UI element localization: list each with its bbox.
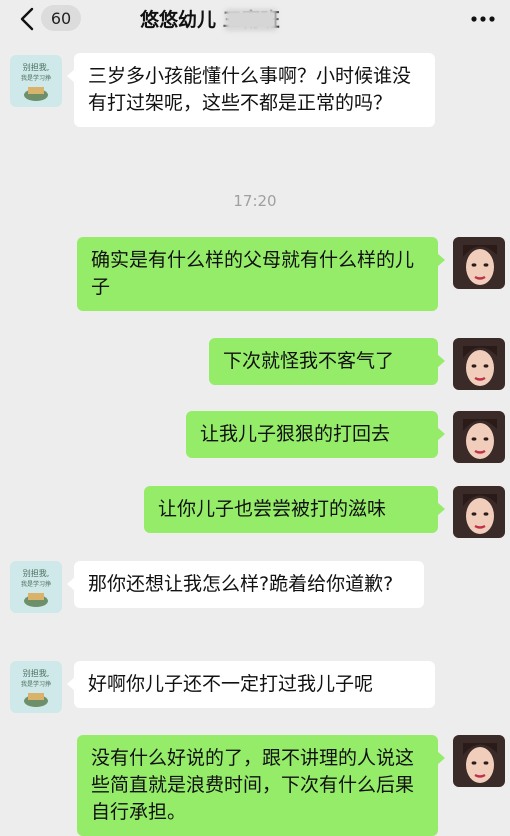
my-avatar[interactable] xyxy=(453,237,505,289)
portrait-avatar-icon xyxy=(453,411,505,463)
message-bubble-outgoing[interactable]: 让你儿子也尝尝被打的滋味 xyxy=(144,486,445,533)
portrait-avatar-icon xyxy=(453,486,505,538)
cartoon-avatar-icon: 别担我, 我是学习挣 xyxy=(10,55,62,107)
svg-text:我是学习挣: 我是学习挣 xyxy=(21,580,51,588)
contact-avatar[interactable]: 别担我, 我是学习挣 xyxy=(10,55,62,107)
message-bubble-outgoing[interactable]: 确实是有什么样的父母就有什么样的儿子 xyxy=(77,237,445,311)
message-bubble-incoming[interactable]: 那你还想让我怎么样?跪着给你道歉? xyxy=(67,561,424,608)
svg-text:我是学习挣: 我是学习挣 xyxy=(21,680,51,688)
my-avatar[interactable] xyxy=(453,486,505,538)
chevron-left-icon xyxy=(20,7,34,31)
message-bubble-outgoing[interactable]: 下次就怪我不客气了 xyxy=(209,338,445,385)
cartoon-avatar-icon: 别担我, 我是学习挣 xyxy=(10,661,62,713)
svg-text:别担我,: 别担我, xyxy=(23,568,50,578)
unread-count-badge[interactable]: 60 xyxy=(41,5,81,31)
back-button[interactable] xyxy=(14,6,40,32)
contact-avatar[interactable]: 别担我, 我是学习挣 xyxy=(10,561,62,613)
my-avatar[interactable] xyxy=(453,338,505,390)
svg-text:别担我,: 别担我, xyxy=(23,62,50,72)
portrait-avatar-icon xyxy=(453,735,505,787)
message-bubble-outgoing[interactable]: 没有什么好说的了，跟不讲理的人说这些简直就是浪费时间，下次有什么后果自行承担。 xyxy=(77,735,445,836)
svg-text:我是学习挣: 我是学习挣 xyxy=(21,74,51,82)
svg-text:别担我,: 别担我, xyxy=(23,668,50,678)
contact-avatar[interactable]: 别担我, 我是学习挣 xyxy=(10,661,62,713)
title-redaction xyxy=(225,9,277,31)
more-options-button[interactable] xyxy=(470,8,496,30)
cartoon-avatar-icon: 别担我, 我是学习挣 xyxy=(10,561,62,613)
top-nav-bar: 60 悠悠幼儿 三甯班 xyxy=(0,0,510,38)
my-avatar[interactable] xyxy=(453,411,505,463)
message-bubble-incoming[interactable]: 好啊你儿子还不一定打过我儿子呢 xyxy=(67,661,435,708)
more-dots-icon xyxy=(471,16,495,22)
message-bubble-outgoing[interactable]: 让我儿子狠狠的打回去 xyxy=(186,411,445,458)
portrait-avatar-icon xyxy=(453,338,505,390)
message-bubble-incoming[interactable]: 三岁多小孩能懂什么事啊？小时候谁没有打过架呢，这些不都是正常的吗？ xyxy=(67,53,435,127)
timestamp: 17:20 xyxy=(233,192,277,210)
portrait-avatar-icon xyxy=(453,237,505,289)
my-avatar[interactable] xyxy=(453,735,505,787)
